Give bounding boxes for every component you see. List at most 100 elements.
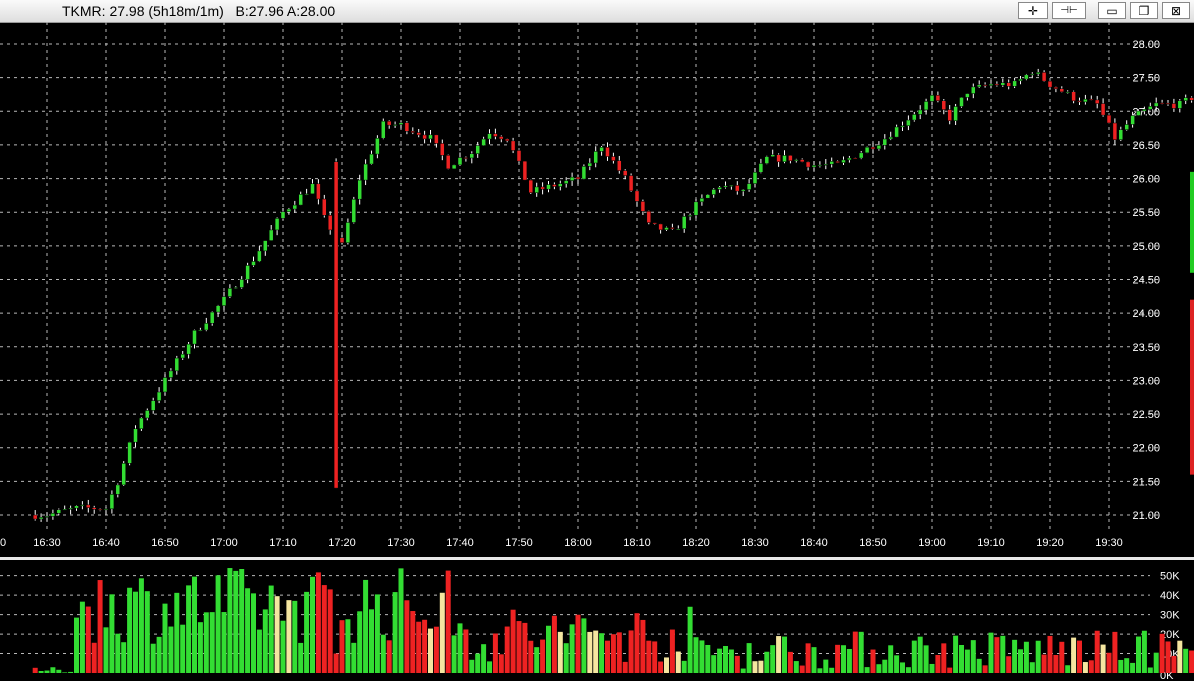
candle-body[interactable] <box>1189 97 1194 101</box>
candle-body[interactable] <box>1183 97 1188 101</box>
candle-body[interactable] <box>227 288 233 297</box>
volume-bar[interactable] <box>510 609 516 673</box>
price-chart[interactable]: 21.00 21.50 22.00 22.50 23.00 23.50 24.00 24.50… <box>0 22 1194 556</box>
candle-body[interactable] <box>540 186 545 190</box>
candle-body[interactable] <box>1112 122 1118 141</box>
volume-bar[interactable] <box>451 635 457 673</box>
volume-bar[interactable] <box>44 670 50 673</box>
candle-body[interactable] <box>717 187 722 190</box>
candle-body[interactable] <box>97 509 103 511</box>
volume-bar[interactable] <box>481 644 487 673</box>
candle-body[interactable] <box>758 163 764 173</box>
candle-body[interactable] <box>817 164 823 167</box>
candle-body[interactable] <box>180 353 185 359</box>
candle-body[interactable] <box>823 163 829 166</box>
volume-bar[interactable] <box>439 592 445 673</box>
volume-bar[interactable] <box>345 619 351 673</box>
candle-body[interactable] <box>811 165 817 168</box>
candle-body[interactable] <box>1083 98 1088 103</box>
volume-bar[interactable] <box>221 612 227 673</box>
candle-body[interactable] <box>44 516 50 518</box>
candle-body[interactable] <box>245 265 250 280</box>
candle-body[interactable] <box>145 410 150 419</box>
volume-bar[interactable] <box>203 612 209 673</box>
volume-bar[interactable] <box>1000 635 1006 673</box>
candle-body[interactable] <box>687 214 693 217</box>
volume-bar[interactable] <box>711 655 717 673</box>
volume-bar[interactable] <box>1177 640 1183 673</box>
candle-body[interactable] <box>841 159 846 163</box>
candle-body[interactable] <box>121 463 126 486</box>
candle-body[interactable] <box>198 329 203 332</box>
volume-bar[interactable] <box>770 645 776 673</box>
volume-bar[interactable] <box>463 629 469 673</box>
volume-bar[interactable] <box>351 642 357 673</box>
volume-bar[interactable] <box>168 626 174 673</box>
volume-bar[interactable] <box>315 572 321 673</box>
volume-bar[interactable] <box>575 614 581 673</box>
candle-body[interactable] <box>369 153 374 165</box>
candle-body[interactable] <box>510 140 516 151</box>
candle-body[interactable] <box>416 132 421 136</box>
volume-bar[interactable] <box>551 615 557 673</box>
volume-bar[interactable] <box>245 588 251 673</box>
volume-bar[interactable] <box>557 631 563 673</box>
candle-body[interactable] <box>1177 100 1183 109</box>
candle-body[interactable] <box>805 161 811 168</box>
volume-bar[interactable] <box>776 636 782 673</box>
volume-bar[interactable] <box>215 575 221 673</box>
volume-bar[interactable] <box>422 619 428 673</box>
candle-body[interactable] <box>782 155 787 163</box>
volume-bar[interactable] <box>923 645 929 673</box>
volume-bar[interactable] <box>540 639 546 673</box>
candle-body[interactable] <box>381 120 386 139</box>
candle-body[interactable] <box>711 189 716 195</box>
candle-body[interactable] <box>451 164 457 170</box>
candle-body[interactable] <box>693 201 699 216</box>
candle-body[interactable] <box>174 357 180 372</box>
volume-bar[interactable] <box>192 576 197 673</box>
candle-body[interactable] <box>581 166 587 180</box>
candle-body[interactable] <box>988 83 994 86</box>
volume-bar[interactable] <box>162 603 168 673</box>
candle-body[interactable] <box>723 185 728 188</box>
volume-bar[interactable] <box>640 619 646 673</box>
volume-bar[interactable] <box>740 668 746 673</box>
candle-body[interactable] <box>794 159 799 162</box>
candle-body[interactable] <box>947 109 952 121</box>
volume-bar[interactable] <box>56 669 62 673</box>
candle-body[interactable] <box>1165 102 1171 105</box>
candle-body[interactable] <box>127 441 132 464</box>
candle-body[interactable] <box>38 517 44 520</box>
volume-bar[interactable] <box>959 645 964 673</box>
candle-body[interactable] <box>322 198 327 216</box>
volume-bar[interactable] <box>1071 637 1077 673</box>
volume-bar[interactable] <box>717 648 723 673</box>
candle-body[interactable] <box>386 120 392 126</box>
volume-bar[interactable] <box>522 622 528 673</box>
candle-body[interactable] <box>204 323 209 331</box>
candle-body[interactable] <box>86 504 91 508</box>
volume-bar[interactable] <box>882 659 888 673</box>
candle-body[interactable] <box>740 189 746 192</box>
candle-body[interactable] <box>74 505 79 509</box>
candle-body[interactable] <box>528 179 534 193</box>
volume-bar[interactable] <box>1153 652 1159 673</box>
candle-body[interactable] <box>593 151 598 164</box>
volume-bar[interactable] <box>369 609 374 673</box>
volume-bar[interactable] <box>1012 639 1018 673</box>
candle-body[interactable] <box>1118 129 1124 141</box>
volume-bar[interactable] <box>699 640 705 673</box>
candle-body[interactable] <box>32 514 38 520</box>
volume-bar[interactable] <box>268 585 274 673</box>
volume-bar[interactable] <box>428 628 433 673</box>
volume-bar[interactable] <box>298 642 304 673</box>
candle-body[interactable] <box>552 184 557 187</box>
candle-body[interactable] <box>658 223 663 231</box>
volume-bar[interactable] <box>127 587 133 673</box>
volume-bar[interactable] <box>900 662 905 673</box>
volume-bar[interactable] <box>534 647 540 673</box>
volume-bar[interactable] <box>133 591 138 673</box>
minimize-button[interactable]: ▭ <box>1098 2 1126 19</box>
volume-bar[interactable] <box>1006 656 1012 673</box>
